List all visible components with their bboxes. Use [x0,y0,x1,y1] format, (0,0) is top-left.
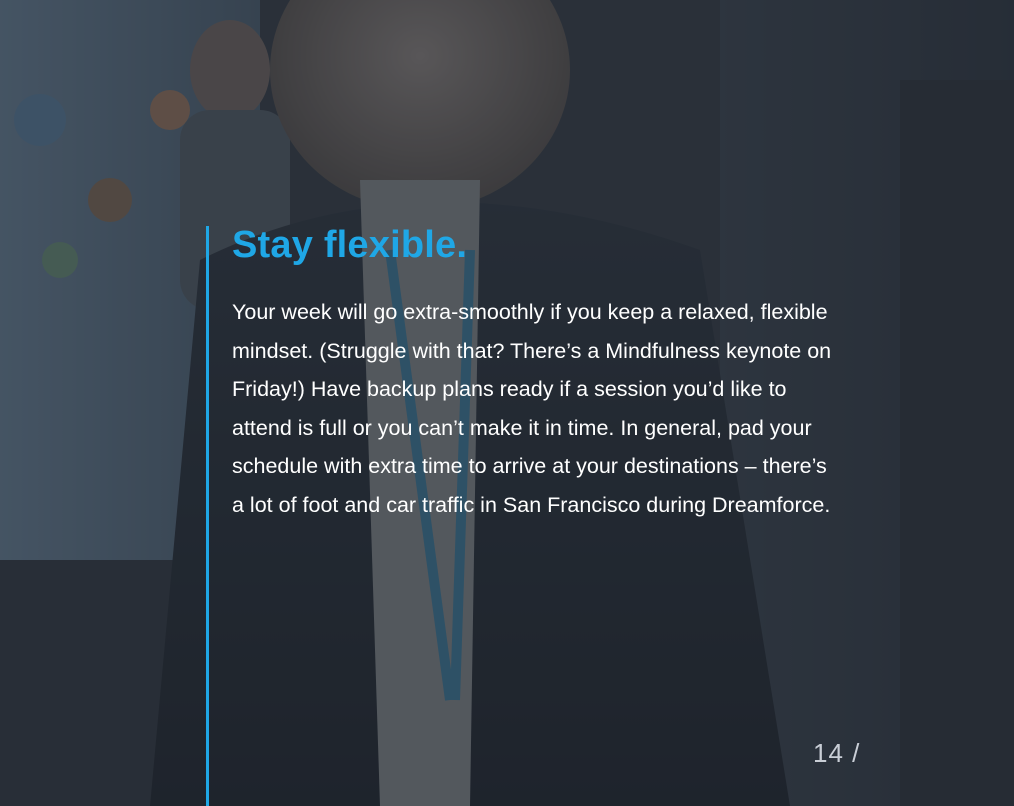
page-number: 14 / [813,738,861,768]
slide-title: Stay flexible. [232,224,468,266]
accent-line [206,226,209,806]
slide-body-text: Your week will go extra-smoothly if you … [232,300,832,517]
